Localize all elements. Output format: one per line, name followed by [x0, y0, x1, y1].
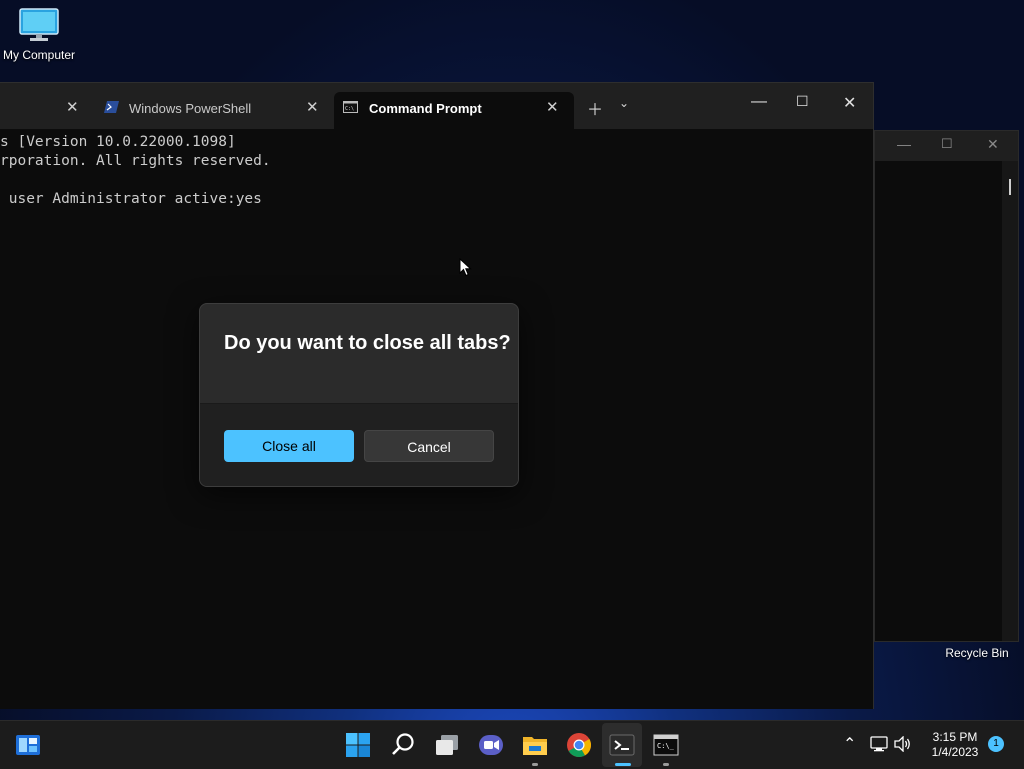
new-tab-button[interactable]: ＋: [587, 96, 603, 120]
svg-text:C:\: C:\: [345, 106, 354, 112]
chrome-icon[interactable]: [565, 731, 593, 759]
volume-icon[interactable]: [894, 736, 912, 752]
close-icon[interactable]: ✕: [987, 136, 999, 153]
minimize-button[interactable]: —: [751, 93, 767, 111]
cancel-button[interactable]: Cancel: [364, 430, 494, 462]
close-all-button[interactable]: Close all: [224, 430, 354, 462]
clock-time: 3:15 PM: [932, 730, 978, 744]
desktop-icon-label: My Computer: [2, 48, 76, 62]
monitor-icon: [19, 8, 59, 41]
maximize-icon[interactable]: ☐: [941, 136, 953, 152]
close-all-tabs-dialog: Do you want to close all tabs? Close all…: [199, 303, 519, 487]
console-line: user Administrator active:yes: [0, 191, 262, 207]
running-indicator: [663, 763, 669, 766]
widgets-icon[interactable]: [14, 731, 42, 759]
background-console-window[interactable]: — ☐ ✕: [874, 130, 1019, 642]
task-view-icon[interactable]: [433, 731, 461, 759]
command-prompt-taskbar-icon[interactable]: C:\_: [652, 731, 680, 759]
running-indicator: [532, 763, 538, 766]
clock[interactable]: 3:15 PM 1/4/2023: [924, 730, 986, 760]
svg-text:C:\_: C:\_: [657, 742, 675, 750]
tab-hidden[interactable]: ✕: [0, 92, 92, 124]
clock-date: 1/4/2023: [931, 745, 979, 759]
close-tab-icon[interactable]: ✕: [66, 98, 79, 116]
chat-icon[interactable]: [477, 731, 505, 759]
console-line: rporation. All rights reserved.: [0, 153, 271, 169]
tab-label: Command Prompt: [369, 101, 482, 116]
active-indicator: [615, 763, 631, 766]
close-window-button[interactable]: ✕: [843, 93, 856, 113]
network-icon[interactable]: [870, 736, 888, 752]
desktop-icon-my-computer[interactable]: My Computer: [0, 8, 78, 62]
tab-bar: ✕ Windows PowerShell ✕ C:\ Command Promp…: [0, 83, 873, 129]
tab-command-prompt[interactable]: C:\ Command Prompt ✕: [334, 92, 574, 129]
start-windows-icon[interactable]: [344, 731, 372, 759]
dialog-footer: Close all Cancel: [200, 403, 518, 486]
desktop-icon-label: Recycle Bin: [945, 646, 1009, 660]
dialog-header: Do you want to close all tabs?: [200, 304, 518, 404]
scrollbar-thumb[interactable]: [1009, 179, 1011, 195]
mouse-cursor-icon: [459, 258, 472, 277]
powershell-icon: [104, 101, 119, 113]
tab-windows-powershell[interactable]: Windows PowerShell ✕: [98, 92, 324, 124]
show-hidden-icons-chevron-icon[interactable]: ⌃: [843, 734, 856, 754]
dialog-title: Do you want to close all tabs?: [224, 332, 511, 354]
maximize-button[interactable]: ☐: [796, 93, 809, 110]
background-window-titlebar: — ☐ ✕: [875, 131, 1018, 161]
windows-terminal-icon[interactable]: [608, 731, 636, 759]
close-tab-icon[interactable]: ✕: [306, 98, 319, 116]
command-prompt-icon: C:\: [343, 101, 358, 113]
desktop-icon-recycle-bin[interactable]: Recycle Bin: [942, 646, 1012, 660]
close-tab-icon[interactable]: ✕: [546, 98, 559, 116]
console-output[interactable]: s [Version 10.0.22000.1098] rporation. Al…: [0, 133, 271, 209]
file-explorer-icon[interactable]: [521, 731, 549, 759]
tab-label: Windows PowerShell: [129, 101, 252, 116]
taskbar: C:\_ ⌃ 3:15 PM 1/4/2023 1: [0, 720, 1024, 769]
console-line: s [Version 10.0.22000.1098]: [0, 134, 236, 150]
minimize-icon[interactable]: —: [897, 136, 911, 152]
search-icon[interactable]: [389, 731, 417, 759]
notification-badge[interactable]: 1: [988, 736, 1004, 752]
scrollbar[interactable]: [1002, 161, 1018, 641]
tab-dropdown-chevron-icon[interactable]: ⌄: [619, 96, 629, 110]
